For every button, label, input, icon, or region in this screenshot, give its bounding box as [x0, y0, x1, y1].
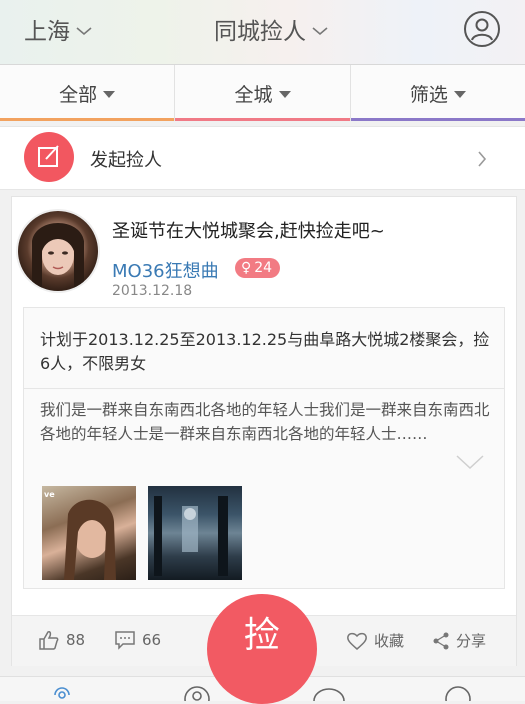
author-avatar[interactable] — [18, 211, 98, 291]
filter-screen-label: 筛选 — [409, 83, 448, 106]
plan-text: 计划于2013.12.25至2013.12.25与曲阜路大悦城2楼聚会，捡6人，… — [40, 330, 490, 373]
post-content[interactable]: 计划于2013.12.25至2013.12.25与曲阜路大悦城2楼聚会，捡6人，… — [23, 307, 505, 589]
dropdown-triangle-icon — [453, 91, 466, 98]
thumbs-up-icon — [39, 631, 59, 650]
filter-area-label: 全城 — [234, 83, 273, 106]
favorite-button[interactable]: 收藏 — [346, 630, 404, 651]
heart-icon — [347, 632, 367, 650]
author-name[interactable]: MO36狂想曲 — [112, 257, 219, 283]
comment-count: 66 — [142, 631, 162, 649]
filter-all[interactable]: 全部 — [0, 65, 175, 121]
dropdown-triangle-icon — [278, 91, 291, 98]
expand-chevron-icon[interactable] — [456, 454, 484, 470]
post-photo[interactable] — [148, 486, 242, 580]
photo-label: ve — [44, 490, 55, 499]
age-value: 24 — [254, 260, 273, 276]
user-circle-icon[interactable] — [463, 10, 501, 48]
photo-image — [64, 499, 116, 580]
female-icon: ♀ — [241, 260, 252, 276]
gender-age-badge: ♀ 24 — [235, 258, 281, 278]
chevron-down-icon — [312, 27, 328, 36]
filter-area[interactable]: 全城 — [174, 65, 350, 121]
nearby-icon[interactable] — [50, 683, 74, 701]
photo-image — [154, 496, 228, 576]
description-text: 我们是一群来自东南西北各地的年轻人士我们是一群来自东南西北各地的年轻人士是一群来… — [40, 401, 490, 443]
share-button[interactable]: 分享 — [432, 630, 486, 651]
pick-button[interactable]: 捡 — [207, 594, 317, 704]
launch-label: 发起捡人 — [90, 150, 162, 171]
post-date: 2013.12.18 — [112, 283, 193, 299]
dropdown-triangle-icon — [103, 91, 116, 98]
chevron-right-icon — [478, 151, 487, 167]
divider — [24, 388, 504, 389]
filter-screen[interactable]: 筛选 — [349, 65, 525, 121]
post-title[interactable]: 圣诞节在大悦城聚会,赶快捡走吧~ — [112, 217, 385, 243]
post-photo[interactable]: ve — [42, 486, 136, 580]
avatar-image — [32, 223, 84, 291]
like-count: 88 — [66, 631, 86, 649]
comment-button[interactable]: 66 — [114, 630, 161, 650]
pick-label: 捡 — [243, 615, 280, 656]
share-icon — [433, 632, 449, 649]
city-label: 上海 — [24, 19, 70, 45]
city-selector[interactable]: 上海 — [24, 12, 92, 46]
favorite-label: 收藏 — [374, 632, 405, 650]
launch-icon-circle — [24, 132, 74, 182]
filter-underline — [175, 118, 350, 121]
message-icon[interactable] — [312, 683, 346, 701]
page-title: 同城捡人 — [214, 19, 306, 45]
filter-bar: 全部 全城 筛选 — [0, 64, 525, 121]
filter-underline — [0, 118, 175, 121]
launch-pickup-row[interactable]: 发起捡人 — [0, 126, 525, 190]
chevron-down-icon — [76, 27, 92, 36]
edit-icon — [38, 145, 59, 167]
profile-tab-icon[interactable] — [444, 683, 472, 701]
location-icon[interactable] — [182, 683, 212, 701]
share-label: 分享 — [456, 632, 487, 650]
filter-underline — [350, 118, 525, 121]
like-button[interactable]: 88 — [38, 630, 85, 650]
top-header: 上海 同城捡人 — [0, 0, 525, 64]
comment-icon — [115, 631, 135, 650]
mode-selector[interactable]: 同城捡人 — [214, 12, 328, 46]
filter-all-label: 全部 — [59, 83, 98, 106]
